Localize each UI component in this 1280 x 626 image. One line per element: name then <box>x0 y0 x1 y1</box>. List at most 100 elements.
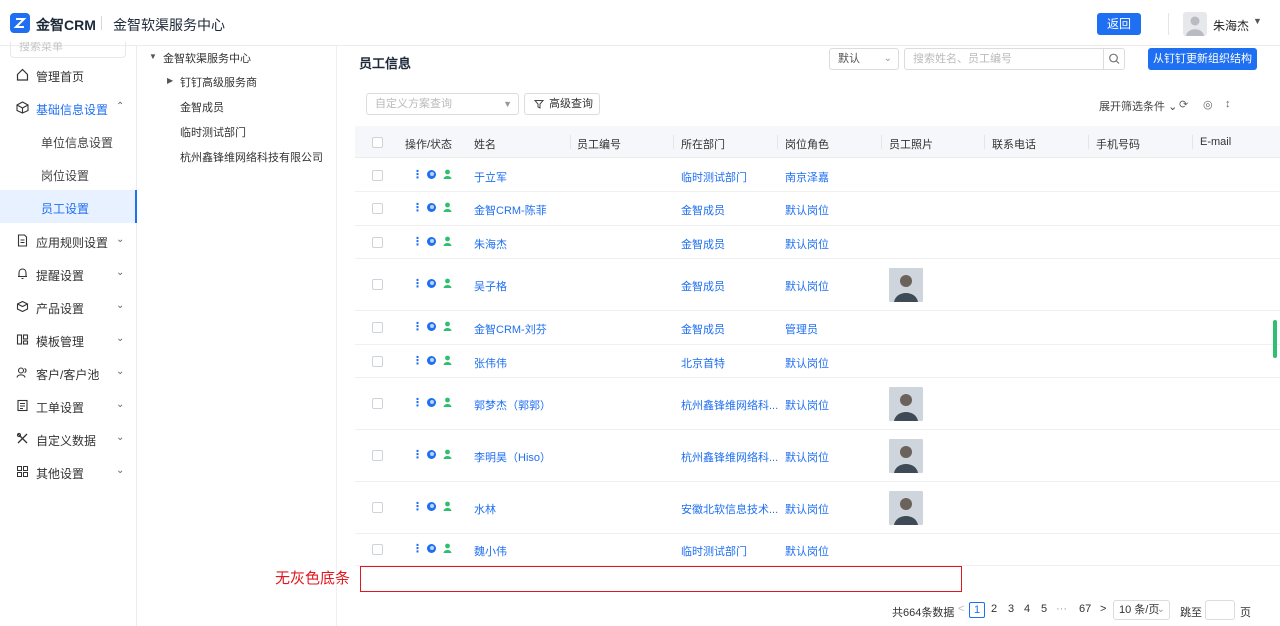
employee-name-link[interactable]: 魏小伟 <box>474 543 507 559</box>
department-link[interactable]: 北京首特 <box>681 355 725 371</box>
department-link[interactable]: 临时测试部门 <box>681 169 747 185</box>
refresh-icon[interactable]: ⟳ <box>1179 98 1188 111</box>
row-checkbox[interactable] <box>372 544 383 555</box>
column-header[interactable]: E-mail <box>1200 136 1231 148</box>
employee-photo[interactable] <box>889 387 923 421</box>
page-ellipsis[interactable]: ··· <box>1056 603 1067 615</box>
role-link[interactable]: 默认岗位 <box>785 278 829 294</box>
row-checkbox[interactable] <box>372 502 383 513</box>
department-link[interactable]: 临时测试部门 <box>681 543 747 559</box>
more-actions-icon[interactable]: ⋮ <box>412 448 423 461</box>
employee-name-link[interactable]: 金智CRM-陈菲 <box>474 202 547 218</box>
column-header[interactable]: 姓名 <box>474 136 496 152</box>
tree-node-members[interactable]: 金智成员 <box>180 99 224 115</box>
department-link[interactable]: 金智成员 <box>681 236 725 252</box>
tree-node-temp-dept[interactable]: 临时测试部门 <box>180 124 246 140</box>
page-number[interactable]: 5 <box>1041 603 1047 615</box>
row-checkbox[interactable] <box>372 398 383 409</box>
page-number[interactable]: 67 <box>1079 603 1091 615</box>
department-link[interactable]: 金智成员 <box>681 321 725 337</box>
column-height-icon[interactable]: ↕ <box>1225 98 1231 110</box>
avatar[interactable] <box>1183 12 1207 36</box>
row-checkbox[interactable] <box>372 450 383 461</box>
employee-name-link[interactable]: 朱海杰 <box>474 236 507 252</box>
tree-node-hangzhou[interactable]: 杭州鑫锋维网络科技有限公司 <box>180 149 323 165</box>
role-link[interactable]: 默认岗位 <box>785 449 829 465</box>
more-actions-icon[interactable]: ⋮ <box>412 396 423 409</box>
sync-org-button[interactable]: 从钉钉更新组织结构 <box>1148 48 1257 70</box>
more-actions-icon[interactable]: ⋮ <box>412 168 423 181</box>
table-row[interactable]: ⋮ 水林 安徽北软信息技术... 默认岗位 <box>355 482 1280 534</box>
table-row[interactable]: ⋮ 于立军 临时测试部门 南京泽嘉 <box>355 159 1280 192</box>
sidebar-item-customers[interactable]: 客户/客户池 ⌄ <box>0 356 137 389</box>
page-number[interactable]: 1 <box>969 602 985 618</box>
scheme-select[interactable]: 自定义方案查询 ▼ <box>366 93 519 115</box>
department-link[interactable]: 金智成员 <box>681 278 725 294</box>
row-checkbox[interactable] <box>372 203 383 214</box>
employee-name-link[interactable]: 郭梦杰（郭郭） <box>474 397 551 413</box>
column-header[interactable]: 所在部门 <box>681 136 725 152</box>
tree-node-dingtalk[interactable]: 钉钉高级服务商 <box>180 74 257 90</box>
sidebar-item-custom-data[interactable]: 自定义数据 ⌄ <box>0 422 137 455</box>
row-checkbox[interactable] <box>372 322 383 333</box>
column-header[interactable]: 手机号码 <box>1096 136 1140 152</box>
employee-name-link[interactable]: 水林 <box>474 501 496 517</box>
jump-page-input[interactable] <box>1205 600 1235 620</box>
table-row[interactable]: ⋮ 李明昊（Hiso） 杭州鑫锋维网络科... 默认岗位 <box>355 430 1280 482</box>
role-link[interactable]: 默认岗位 <box>785 236 829 252</box>
next-page-icon[interactable]: > <box>1100 603 1106 615</box>
table-row[interactable]: ⋮ 张伟伟 北京首特 默认岗位 <box>355 345 1280 378</box>
caret-right-icon[interactable]: ▶ <box>167 76 173 85</box>
sidebar-subitem-unit-info[interactable]: 单位信息设置 <box>0 124 137 157</box>
sidebar-item-basic-info[interactable]: 基础信息设置 ⌃ <box>0 91 137 124</box>
role-link[interactable]: 管理员 <box>785 321 818 337</box>
sidebar-item-reminders[interactable]: 提醒设置 ⌄ <box>0 257 137 290</box>
role-link[interactable]: 默认岗位 <box>785 501 829 517</box>
table-row[interactable]: ⋮ 朱海杰 金智成员 默认岗位 <box>355 226 1280 259</box>
page-size-select[interactable]: 10 条/页 ⌄ <box>1113 600 1170 620</box>
scrollbar-thumb[interactable] <box>1273 320 1277 358</box>
sidebar-item-home[interactable]: 管理首页 <box>0 58 137 91</box>
view-select[interactable]: 默认 ⌄ <box>829 48 899 70</box>
table-row[interactable]: ⋮ 金智CRM-刘芬 金智成员 管理员 <box>355 311 1280 345</box>
column-header[interactable]: 员工编号 <box>577 136 621 152</box>
back-button[interactable]: 返回 <box>1097 13 1141 35</box>
sidebar-item-templates[interactable]: 模板管理 ⌄ <box>0 323 137 356</box>
page-number[interactable]: 3 <box>1008 603 1014 615</box>
employee-photo[interactable] <box>889 491 923 525</box>
row-checkbox[interactable] <box>372 237 383 248</box>
select-all-checkbox[interactable] <box>372 137 383 148</box>
department-link[interactable]: 金智成员 <box>681 202 725 218</box>
row-checkbox[interactable] <box>372 279 383 290</box>
advanced-query-button[interactable]: 高级查询 <box>524 93 600 115</box>
more-actions-icon[interactable]: ⋮ <box>412 277 423 290</box>
sidebar-item-products[interactable]: 产品设置 ⌄ <box>0 290 137 323</box>
search-icon[interactable] <box>1103 49 1124 69</box>
sidebar-subitem-employees[interactable]: 员工设置 <box>0 190 137 223</box>
sidebar-search-input[interactable]: 搜索菜单 <box>10 42 126 58</box>
column-header[interactable]: 员工照片 <box>889 136 933 152</box>
tree-node-root[interactable]: 金智软渠服务中心 <box>163 50 251 66</box>
page-number[interactable]: 4 <box>1024 603 1030 615</box>
user-name[interactable]: 朱海杰 <box>1213 17 1249 34</box>
prev-page-icon[interactable]: < <box>958 603 964 615</box>
settings-icon[interactable]: ◎ <box>1203 98 1213 111</box>
department-link[interactable]: 杭州鑫锋维网络科... <box>681 449 778 465</box>
table-row[interactable]: ⋮ 吴子格 金智成员 默认岗位 <box>355 259 1280 311</box>
employee-name-link[interactable]: 于立军 <box>474 169 507 185</box>
role-link[interactable]: 默认岗位 <box>785 355 829 371</box>
row-checkbox[interactable] <box>372 170 383 181</box>
role-link[interactable]: 南京泽嘉 <box>785 169 829 185</box>
employee-name-link[interactable]: 李明昊（Hiso） <box>474 449 551 465</box>
caret-down-icon[interactable]: ▼ <box>149 52 157 61</box>
more-actions-icon[interactable]: ⋮ <box>412 235 423 248</box>
caret-down-icon[interactable]: ▼ <box>1253 16 1262 26</box>
employee-name-link[interactable]: 金智CRM-刘芬 <box>474 321 547 337</box>
more-actions-icon[interactable]: ⋮ <box>412 320 423 333</box>
table-row[interactable]: ⋮ 魏小伟 临时测试部门 默认岗位 <box>355 534 1280 566</box>
employee-name-link[interactable]: 张伟伟 <box>474 355 507 371</box>
row-checkbox[interactable] <box>372 356 383 367</box>
role-link[interactable]: 默认岗位 <box>785 543 829 559</box>
more-actions-icon[interactable]: ⋮ <box>412 542 423 555</box>
column-header[interactable]: 联系电话 <box>992 136 1036 152</box>
